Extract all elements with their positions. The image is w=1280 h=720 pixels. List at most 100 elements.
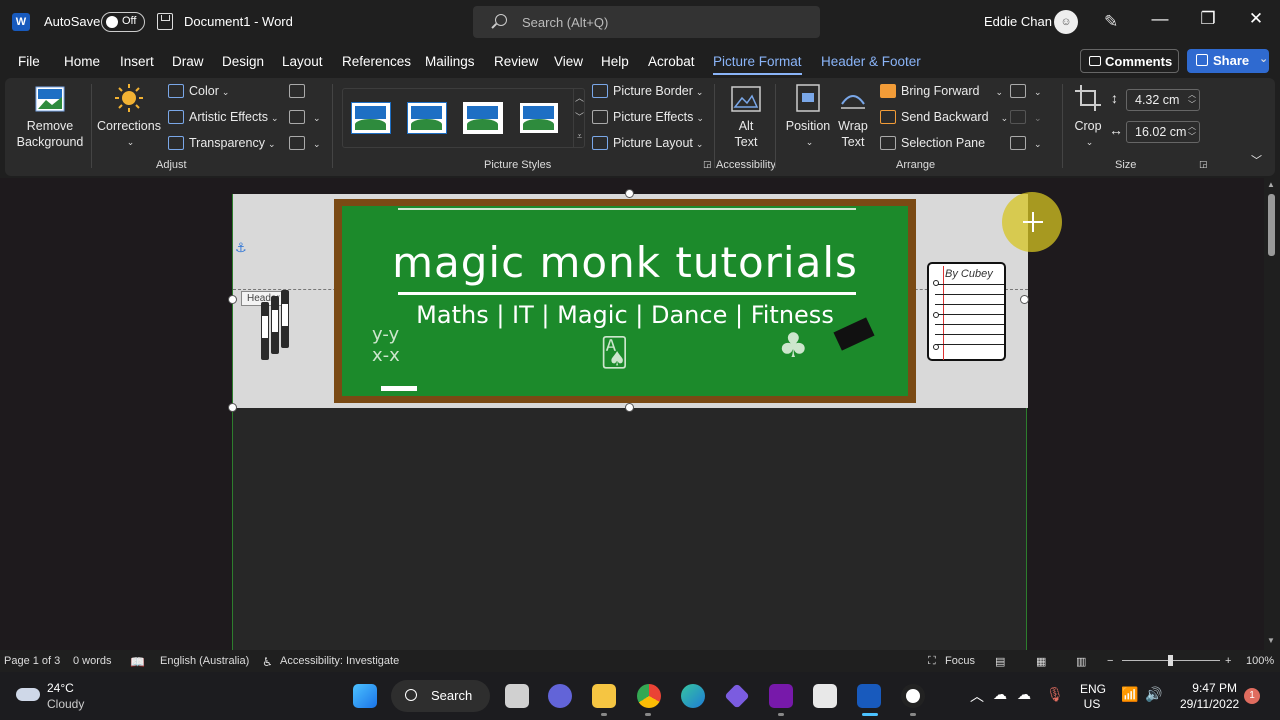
record-icon[interactable] bbox=[901, 684, 925, 708]
file-explorer-icon[interactable] bbox=[592, 684, 616, 708]
chevron-up-icon[interactable]: ︿ bbox=[970, 686, 984, 706]
height-field[interactable]: 4.32 cm ︿ ﹀ bbox=[1126, 89, 1200, 111]
language-switcher[interactable]: ENG US bbox=[1080, 682, 1106, 712]
selection-pane-button[interactable]: Selection Pane bbox=[880, 136, 985, 150]
more-styles-icon[interactable]: ⩡ bbox=[574, 127, 585, 146]
task-view-icon[interactable] bbox=[505, 684, 529, 708]
style-thumbnail[interactable] bbox=[463, 102, 503, 134]
accessibility-status[interactable]: Accessibility: Investigate bbox=[280, 655, 399, 667]
chevron-up-icon[interactable]: ︿ bbox=[574, 89, 585, 108]
tab-mailings[interactable]: Mailings bbox=[425, 54, 475, 69]
tab-file[interactable]: File bbox=[18, 54, 40, 69]
print-layout-icon[interactable]: ▦ bbox=[1036, 655, 1046, 668]
microphone-icon[interactable]: 🎙 bbox=[1046, 686, 1064, 703]
resize-handle-bottom[interactable] bbox=[625, 403, 634, 412]
tab-view[interactable]: View bbox=[554, 54, 583, 69]
word-taskbar-icon[interactable] bbox=[857, 684, 881, 708]
change-picture-button[interactable]: ⌄ bbox=[289, 110, 321, 124]
scroll-down-icon[interactable]: ▼ bbox=[1267, 636, 1275, 645]
tab-help[interactable]: Help bbox=[601, 54, 629, 69]
document-page[interactable]: ⚓ Header magic monk tutorials Maths | IT… bbox=[228, 189, 1029, 654]
dialog-launcher-icon[interactable]: ◲ bbox=[1199, 159, 1208, 170]
user-name[interactable]: Eddie Chan bbox=[984, 14, 1052, 29]
header-area[interactable]: ⚓ Header magic monk tutorials Maths | IT… bbox=[228, 189, 1029, 412]
autosave-toggle[interactable]: Off bbox=[101, 12, 145, 32]
scrollbar-thumb[interactable] bbox=[1268, 194, 1275, 256]
remove-background-button[interactable]: Remove Background bbox=[13, 86, 87, 150]
chevron-down-icon[interactable]: ⌄ bbox=[1259, 52, 1268, 65]
proofing-icon[interactable]: 📖 bbox=[130, 655, 145, 669]
tab-insert[interactable]: Insert bbox=[120, 54, 154, 69]
reset-picture-button[interactable]: ⌄ bbox=[289, 136, 321, 150]
tab-picture-format[interactable]: Picture Format bbox=[713, 54, 802, 75]
clock[interactable]: 9:47 PM 29/11/2022 bbox=[1180, 680, 1239, 712]
onenote-icon[interactable] bbox=[769, 684, 793, 708]
wrap-text-button[interactable]: Wrap Text bbox=[833, 84, 873, 150]
style-thumbnail[interactable] bbox=[351, 102, 391, 134]
corrections-button[interactable]: Corrections ⌄ bbox=[96, 84, 162, 150]
page-count[interactable]: Page 1 of 3 bbox=[4, 655, 60, 667]
wifi-icon[interactable]: 📶 bbox=[1121, 686, 1138, 703]
group-objects-button[interactable]: ⌄ bbox=[1010, 110, 1042, 124]
send-backward-button[interactable]: Send Backward ⌄ bbox=[880, 110, 1008, 124]
onedrive-icon[interactable]: ☁ bbox=[993, 686, 1007, 703]
zoom-out-icon[interactable]: − bbox=[1107, 655, 1113, 667]
style-thumbnail[interactable] bbox=[519, 102, 559, 134]
zoom-level[interactable]: 100% bbox=[1246, 655, 1274, 667]
tab-references[interactable]: References bbox=[342, 54, 411, 69]
focus-mode[interactable]: Focus bbox=[945, 655, 975, 667]
language-indicator[interactable]: English (Australia) bbox=[160, 655, 249, 667]
resize-handle-left[interactable] bbox=[228, 295, 237, 304]
chevron-down-icon[interactable]: ﹀ bbox=[574, 108, 585, 127]
width-field[interactable]: 16.02 cm ︿ ﹀ bbox=[1126, 121, 1200, 143]
chrome-icon[interactable] bbox=[637, 684, 661, 708]
start-icon[interactable] bbox=[353, 684, 377, 708]
chalkboard-image[interactable]: magic monk tutorials Maths | IT | Magic … bbox=[334, 199, 916, 403]
teams-icon[interactable] bbox=[548, 684, 572, 708]
notification-badge[interactable]: 1 bbox=[1244, 688, 1260, 704]
vertical-scrollbar[interactable]: ▲ ▼ bbox=[1264, 178, 1280, 650]
height-spinner[interactable]: ︿ ﹀ bbox=[1188, 90, 1196, 110]
dialog-launcher-icon[interactable]: ◲ bbox=[703, 159, 712, 170]
position-button[interactable]: Position ⌄ bbox=[784, 84, 832, 150]
share-button[interactable]: Share ⌄ bbox=[1187, 49, 1269, 73]
artistic-effects-button[interactable]: Artistic Effects ⌄ bbox=[168, 110, 279, 124]
resize-handle-bottom-left[interactable] bbox=[228, 403, 237, 412]
collapse-ribbon-icon[interactable]: ﹀ bbox=[1251, 152, 1262, 168]
align-button[interactable]: ⌄ bbox=[1010, 84, 1042, 98]
search-input[interactable]: Search (Alt+Q) bbox=[473, 6, 820, 38]
scroll-up-icon[interactable]: ▲ bbox=[1267, 180, 1275, 189]
bring-forward-button[interactable]: Bring Forward ⌄ bbox=[880, 84, 1003, 98]
volume-icon[interactable]: 🔊 bbox=[1145, 686, 1162, 703]
resize-handle-right[interactable] bbox=[1020, 295, 1029, 304]
taskbar-search[interactable]: Search bbox=[391, 680, 490, 712]
picture-border-button[interactable]: Picture Border ⌄ bbox=[592, 84, 703, 98]
tab-layout[interactable]: Layout bbox=[282, 54, 323, 69]
alt-text-button[interactable]: Alt Text bbox=[723, 86, 769, 150]
obsidian-icon[interactable] bbox=[724, 683, 750, 709]
picture-effects-button[interactable]: Picture Effects ⌄ bbox=[592, 110, 704, 124]
zoom-in-icon[interactable]: + bbox=[1225, 655, 1231, 667]
rotate-button[interactable]: ⌄ bbox=[1010, 136, 1042, 150]
snipping-tool-icon[interactable] bbox=[813, 684, 837, 708]
transparency-button[interactable]: Transparency ⌄ bbox=[168, 136, 276, 150]
gallery-scroll[interactable]: ︿ ﹀ ⩡ bbox=[573, 89, 585, 147]
edge-icon[interactable] bbox=[681, 684, 705, 708]
tab-acrobat[interactable]: Acrobat bbox=[648, 54, 695, 69]
zoom-slider-thumb[interactable] bbox=[1168, 655, 1173, 666]
style-thumbnail[interactable] bbox=[407, 102, 447, 134]
compress-pictures-button[interactable] bbox=[289, 84, 310, 98]
close-button[interactable]: ✕ bbox=[1241, 9, 1271, 29]
read-mode-icon[interactable]: ▤ bbox=[995, 655, 1005, 668]
onedrive-personal-icon[interactable]: ☁ bbox=[1017, 686, 1031, 703]
word-count[interactable]: 0 words bbox=[73, 655, 112, 667]
tab-draw[interactable]: Draw bbox=[172, 54, 204, 69]
tab-review[interactable]: Review bbox=[494, 54, 538, 69]
crop-button[interactable]: Crop ⌄ bbox=[1068, 84, 1108, 150]
tab-header-footer[interactable]: Header & Footer bbox=[821, 54, 921, 69]
color-button[interactable]: Color ⌄ bbox=[168, 84, 229, 98]
save-icon[interactable] bbox=[157, 13, 173, 30]
minimize-button[interactable]: — bbox=[1145, 9, 1175, 29]
web-layout-icon[interactable]: ▥ bbox=[1076, 655, 1086, 668]
avatar[interactable]: ☺ bbox=[1054, 10, 1078, 34]
